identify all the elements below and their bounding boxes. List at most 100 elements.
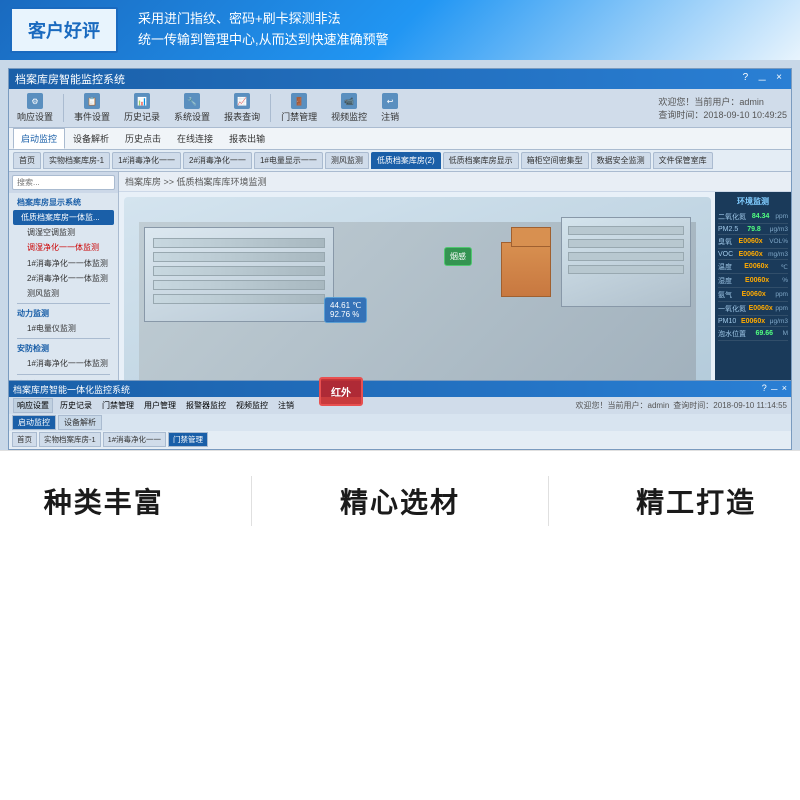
minimize-icon-2[interactable]: － (770, 383, 779, 396)
menu-tab-device[interactable]: 设备解析 (65, 128, 117, 149)
menu-tab2-monitor[interactable]: 启动监控 (12, 415, 56, 430)
rshelf-4 (568, 265, 684, 274)
subnav-lowqual-show[interactable]: 低质档案库房显示 (443, 152, 519, 169)
sidebar-tree: 档案库房显示系统 低质档案库房一体监... 调湿空调监测 调湿净化一一体监测 1… (9, 193, 118, 394)
subnav-data-security[interactable]: 数据安全监测 (591, 152, 651, 169)
sensor-temp-humid[interactable]: 44.61 ℃92.76 % (324, 297, 367, 323)
banner-line1: 采用进门指纹、密码+刷卡探测非法 (138, 9, 389, 30)
subnav2-door[interactable]: 门禁管理 (168, 432, 208, 447)
titlebar-1: 档案库房智能监控系统 ? － × (9, 69, 791, 89)
sidebar-divider-1 (17, 303, 110, 304)
logout-icon: ↩ (382, 93, 398, 109)
nav2-user[interactable]: 用户管理 (141, 399, 179, 412)
menu-tab-monitor[interactable]: 启动监控 (13, 128, 65, 149)
bottom-divider-1 (251, 476, 252, 526)
menu-tab-export[interactable]: 报表出输 (221, 128, 273, 149)
nav-item-system[interactable]: 🔧 系统设置 (170, 91, 214, 125)
nav-item-report[interactable]: 📈 报表查询 (220, 91, 264, 125)
subnav-archive1[interactable]: 实物档案库房-1 (43, 152, 110, 169)
sensor-infrared[interactable]: 红外 (319, 377, 363, 406)
top-nav-1: ⚙ 响应设置 📋 事件设置 📊 历史记录 🔧 系统设置 📈 报表查询 (9, 89, 791, 128)
window-title-1: 档案库房智能监控系统 (15, 71, 125, 87)
minimize-icon[interactable]: － (754, 72, 770, 87)
nav2-video[interactable]: 视频监控 (233, 399, 271, 412)
report-icon: 📈 (234, 93, 250, 109)
sidebar-item-wind[interactable]: 测风监测 (13, 286, 114, 301)
sidebar-parent-security[interactable]: 安防检测 (13, 341, 114, 356)
window-controls-2[interactable]: ? － × (762, 383, 787, 396)
shelf-2 (153, 252, 325, 262)
nav-item-event[interactable]: 📋 事件设置 (70, 91, 114, 125)
nav-item-settings[interactable]: ⚙ 响应设置 (13, 91, 57, 125)
sidebar-item-sec1[interactable]: 1#消毒净化一一体监测 (13, 356, 114, 371)
nav-item-logout[interactable]: ↩ 注销 (377, 91, 403, 125)
event-icon: 📋 (84, 93, 100, 109)
sidebar-divider-2 (17, 338, 110, 339)
user-info-2: 欢迎您！当前用户：admin (576, 400, 670, 411)
sidebar-search-input[interactable] (12, 175, 115, 190)
subnav-power[interactable]: 1#电量显示一一 (254, 152, 323, 169)
banner-line2: 统一传输到管理中心,从而达到快速准确预警 (138, 30, 389, 51)
nav2-settings[interactable]: 响应设置 (13, 398, 53, 413)
subnav2-home[interactable]: 首页 (12, 432, 37, 447)
sidebar-item-elec[interactable]: 1#电量仪监测 (13, 321, 114, 336)
bottom-banner: 种类丰富 精心选材 精工打造 (0, 450, 800, 550)
time-info: 查询时间：2018-09-10 10:49:25 (658, 108, 787, 121)
sidebar-parent-power[interactable]: 动力监测 (13, 306, 114, 321)
sidebar-item-adjust[interactable]: 调湿空调监测 (13, 225, 114, 240)
nav-item-door[interactable]: 🚪 门禁管理 (277, 91, 321, 125)
sidebar-item-dis2[interactable]: 2#消毒净化一一体监测 (13, 271, 114, 286)
menu-tab-history-click[interactable]: 历史点击 (117, 128, 169, 149)
subnav-disinfect1[interactable]: 1#消毒净化一一 (112, 152, 181, 169)
subnav-box[interactable]: 箱柜空间密集型 (521, 152, 589, 169)
bottom-text-1: 种类丰富 (44, 481, 164, 521)
stairs (501, 227, 551, 297)
subnav-wind[interactable]: 测风监测 (325, 152, 369, 169)
env-row-temp: 温度 E0060x ℃ (718, 260, 788, 274)
shelf-5 (153, 294, 325, 304)
subnav2-archive[interactable]: 实物档案库房-1 (39, 432, 101, 447)
bottom-divider-2 (548, 476, 549, 526)
left-room-block (144, 227, 334, 322)
close-icon[interactable]: × (773, 72, 785, 87)
env-row-nh3: 氨气 E0060x ppm (718, 288, 788, 302)
subnav-lowqual[interactable]: 低质档案库房(2) (371, 152, 441, 169)
sidebar-item-dis1[interactable]: 1#消毒净化一一体监测 (13, 256, 114, 271)
software-window-2: 档案库房智能一体化监控系统 ? － × 响应设置 历史记录 门禁管理 用户管理 … (8, 380, 792, 450)
sensor-smoke[interactable]: 烟感 (444, 247, 472, 266)
window-controls-1[interactable]: ? － × (740, 72, 785, 87)
nav2-logout[interactable]: 注销 (275, 399, 297, 412)
nav-item-history[interactable]: 📊 历史记录 (120, 91, 164, 125)
menu-tab2-device[interactable]: 设备解析 (58, 415, 102, 430)
right-shelves (568, 226, 684, 274)
nav2-alarm[interactable]: 报警器监控 (183, 399, 229, 412)
sub-nav-1: 首页 实物档案库房-1 1#消毒净化一一 2#消毒净化一一 1#电量显示一一 测… (9, 150, 791, 172)
banner-left-label: 客户好评 (10, 7, 118, 53)
sidebar-search-area (9, 172, 118, 193)
env-row-ozone: 臭氧 E0060x VOL% (718, 235, 788, 249)
menu-tab-online[interactable]: 在线连接 (169, 128, 221, 149)
subnav2-dis1[interactable]: 1#消毒净化一一 (103, 432, 166, 447)
stair-main (501, 242, 551, 297)
right-room-block (561, 217, 691, 307)
menu-bar-2: 启动监控 设备解析 (9, 414, 791, 431)
sidebar-item-humid[interactable]: 调湿净化一一体监测 (13, 240, 114, 255)
sidebar-item-lowqual[interactable]: 低质档案库房一体监... (13, 210, 114, 225)
help-icon[interactable]: ? (740, 72, 752, 87)
sidebar-parent-archive[interactable]: 档案库房显示系统 (13, 195, 114, 210)
video-icon: 📹 (341, 93, 357, 109)
time-info-2: 查询时间：2018-09-10 11:14:55 (673, 400, 787, 411)
user-info: 欢迎您！当前用户：admin (658, 95, 787, 108)
close-icon-2[interactable]: × (782, 383, 787, 396)
nav2-door[interactable]: 门禁管理 (99, 399, 137, 412)
rshelf-2 (568, 239, 684, 248)
subnav-file[interactable]: 文件保管室库 (653, 152, 713, 169)
help-icon-2[interactable]: ? (762, 383, 767, 396)
nav2-history[interactable]: 历史记录 (57, 399, 95, 412)
rshelf-3 (568, 252, 684, 261)
shelf-4 (153, 280, 325, 290)
settings-icon: ⚙ (27, 93, 43, 109)
nav-item-video[interactable]: 📹 视频监控 (327, 91, 371, 125)
subnav-disinfect2[interactable]: 2#消毒净化一一 (183, 152, 252, 169)
subnav-home[interactable]: 首页 (13, 152, 41, 169)
